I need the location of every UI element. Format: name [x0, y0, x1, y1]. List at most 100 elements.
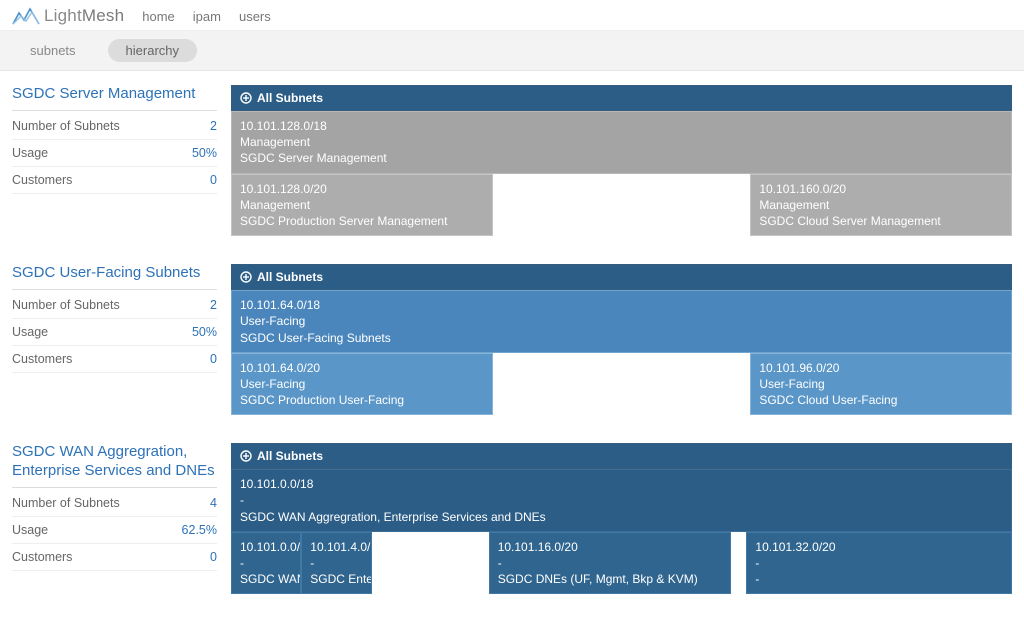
- subnet-block-child[interactable]: 10.101.16.0/20 - SGDC DNEs (UF, Mgmt, Bk…: [489, 532, 731, 595]
- subnet-gap: [731, 532, 747, 595]
- subnet-block-parent[interactable]: 10.101.64.0/18 User-Facing SGDC User-Fac…: [231, 290, 1012, 353]
- subnet-cidr: 10.101.128.0/20: [240, 181, 484, 197]
- tab-subnets[interactable]: subnets: [12, 39, 94, 62]
- section-title[interactable]: SGDC WAN Aggregration, Enterprise Servic…: [12, 443, 217, 488]
- subnet-zone: -: [240, 492, 1003, 508]
- subnet-children-row: 10.101.0.0/22 - SGDC WAN A 10.101.4.0/22…: [231, 532, 1012, 595]
- stat-label: Usage: [12, 523, 48, 537]
- all-subnets-header[interactable]: All Subnets: [231, 85, 1012, 111]
- subnet-cidr: 10.101.128.0/18: [240, 118, 1003, 134]
- all-subnets-label: All Subnets: [257, 449, 323, 463]
- subnet-block-child[interactable]: 10.101.64.0/20 User-Facing SGDC Producti…: [231, 353, 493, 416]
- subnet-name: SGDC User-Facing Subnets: [240, 330, 1003, 346]
- subnet-name: SGDC DNEs (UF, Mgmt, Bkp & KVM): [498, 571, 722, 587]
- all-subnets-header[interactable]: All Subnets: [231, 264, 1012, 290]
- subnet-block-child[interactable]: 10.101.96.0/20 User-Facing SGDC Cloud Us…: [750, 353, 1012, 416]
- plus-circle-icon: [240, 450, 252, 462]
- logo-text: LightMesh: [44, 6, 124, 26]
- stat-row-subnets: Number of Subnets 2: [12, 292, 217, 319]
- subnet-block-child[interactable]: 10.101.160.0/20 Management SGDC Cloud Se…: [750, 174, 1012, 237]
- stat-value[interactable]: 50%: [192, 325, 217, 339]
- stat-label: Usage: [12, 325, 48, 339]
- subnet-block-parent[interactable]: 10.101.128.0/18 Management SGDC Server M…: [231, 111, 1012, 174]
- stat-row-subnets: Number of Subnets 4: [12, 490, 217, 517]
- topbar: LightMesh home ipam users: [0, 0, 1024, 31]
- section-sidebar: SGDC Server Management Number of Subnets…: [12, 85, 217, 236]
- subnet-zone: User-Facing: [240, 313, 1003, 329]
- subnet-block-child[interactable]: 10.101.128.0/20 Management SGDC Producti…: [231, 174, 493, 237]
- subnet-cidr: 10.101.0.0/18: [240, 476, 1003, 492]
- stat-label: Customers: [12, 352, 72, 366]
- plus-circle-icon: [240, 271, 252, 283]
- stat-row-customers: Customers 0: [12, 346, 217, 373]
- nav-ipam[interactable]: ipam: [193, 9, 221, 24]
- subnet-zone: -: [498, 555, 722, 571]
- stat-row-usage: Usage 50%: [12, 319, 217, 346]
- subnet-cidr: 10.101.32.0/20: [755, 539, 1003, 555]
- subnet-gap: [493, 353, 751, 416]
- section-sidebar: SGDC WAN Aggregration, Enterprise Servic…: [12, 443, 217, 594]
- subnet-block-child[interactable]: 10.101.32.0/20 - -: [746, 532, 1012, 595]
- tab-hierarchy[interactable]: hierarchy: [108, 39, 197, 62]
- subnet-zone: -: [240, 555, 292, 571]
- stat-label: Number of Subnets: [12, 298, 120, 312]
- stat-value[interactable]: 2: [210, 119, 217, 133]
- subnet-zone: -: [755, 555, 1003, 571]
- subnet-cidr: 10.101.64.0/18: [240, 297, 1003, 313]
- subnet-block-parent[interactable]: 10.101.0.0/18 - SGDC WAN Aggregration, E…: [231, 469, 1012, 532]
- subnet-cidr: 10.101.0.0/22: [240, 539, 292, 555]
- subnet-zone: -: [310, 555, 362, 571]
- stat-value[interactable]: 2: [210, 298, 217, 312]
- stat-row-subnets: Number of Subnets 2: [12, 113, 217, 140]
- section-title[interactable]: SGDC Server Management: [12, 85, 217, 111]
- hierarchy-panel: All Subnets 10.101.64.0/18 User-Facing S…: [231, 264, 1012, 415]
- stat-label: Customers: [12, 173, 72, 187]
- stat-value[interactable]: 0: [210, 550, 217, 564]
- nav-home[interactable]: home: [142, 9, 175, 24]
- logo[interactable]: LightMesh: [12, 6, 124, 26]
- stat-value[interactable]: 0: [210, 352, 217, 366]
- stat-row-usage: Usage 50%: [12, 140, 217, 167]
- subnet-name: SGDC Enter...: [310, 571, 362, 587]
- subnet-gap: [372, 532, 489, 595]
- subnet-gap: [493, 174, 751, 237]
- subnet-name: SGDC WAN Aggregration, Enterprise Servic…: [240, 509, 1003, 525]
- subnet-cidr: 10.101.16.0/20: [498, 539, 722, 555]
- subnet-zone: Management: [240, 134, 1003, 150]
- stat-value[interactable]: 4: [210, 496, 217, 510]
- subnet-cidr: 10.101.4.0/22: [310, 539, 362, 555]
- subnet-block-child[interactable]: 10.101.0.0/22 - SGDC WAN A: [231, 532, 301, 595]
- all-subnets-label: All Subnets: [257, 91, 323, 105]
- subnet-name: SGDC Production Server Management: [240, 213, 484, 229]
- section-sidebar: SGDC User-Facing Subnets Number of Subne…: [12, 264, 217, 415]
- section-title[interactable]: SGDC User-Facing Subnets: [12, 264, 217, 290]
- subnet-cidr: 10.101.160.0/20: [759, 181, 1003, 197]
- subnet-children-row: 10.101.128.0/20 Management SGDC Producti…: [231, 174, 1012, 237]
- stat-value[interactable]: 50%: [192, 146, 217, 160]
- primary-nav: home ipam users: [142, 9, 271, 24]
- section-sgdc-server-mgmt: SGDC Server Management Number of Subnets…: [12, 85, 1012, 236]
- logo-icon: [12, 7, 40, 25]
- section-sgdc-user-facing: SGDC User-Facing Subnets Number of Subne…: [12, 264, 1012, 415]
- subnet-name: SGDC WAN A: [240, 571, 292, 587]
- subnet-zone: Management: [240, 197, 484, 213]
- all-subnets-header[interactable]: All Subnets: [231, 443, 1012, 469]
- stat-row-customers: Customers 0: [12, 167, 217, 194]
- stat-row-usage: Usage 62.5%: [12, 517, 217, 544]
- content: SGDC Server Management Number of Subnets…: [0, 71, 1024, 618]
- stat-value[interactable]: 0: [210, 173, 217, 187]
- stat-row-customers: Customers 0: [12, 544, 217, 571]
- subnet-name: SGDC Production User-Facing: [240, 392, 484, 408]
- subnet-zone: User-Facing: [759, 376, 1003, 392]
- subnet-zone: Management: [759, 197, 1003, 213]
- subnet-name: -: [755, 571, 1003, 587]
- plus-circle-icon: [240, 92, 252, 104]
- subnet-cidr: 10.101.96.0/20: [759, 360, 1003, 376]
- stat-label: Number of Subnets: [12, 119, 120, 133]
- stat-value[interactable]: 62.5%: [182, 523, 217, 537]
- subnet-name: SGDC Cloud Server Management: [759, 213, 1003, 229]
- subnet-name: SGDC Cloud User-Facing: [759, 392, 1003, 408]
- nav-users[interactable]: users: [239, 9, 271, 24]
- hierarchy-panel: All Subnets 10.101.0.0/18 - SGDC WAN Agg…: [231, 443, 1012, 594]
- subnet-block-child[interactable]: 10.101.4.0/22 - SGDC Enter...: [301, 532, 371, 595]
